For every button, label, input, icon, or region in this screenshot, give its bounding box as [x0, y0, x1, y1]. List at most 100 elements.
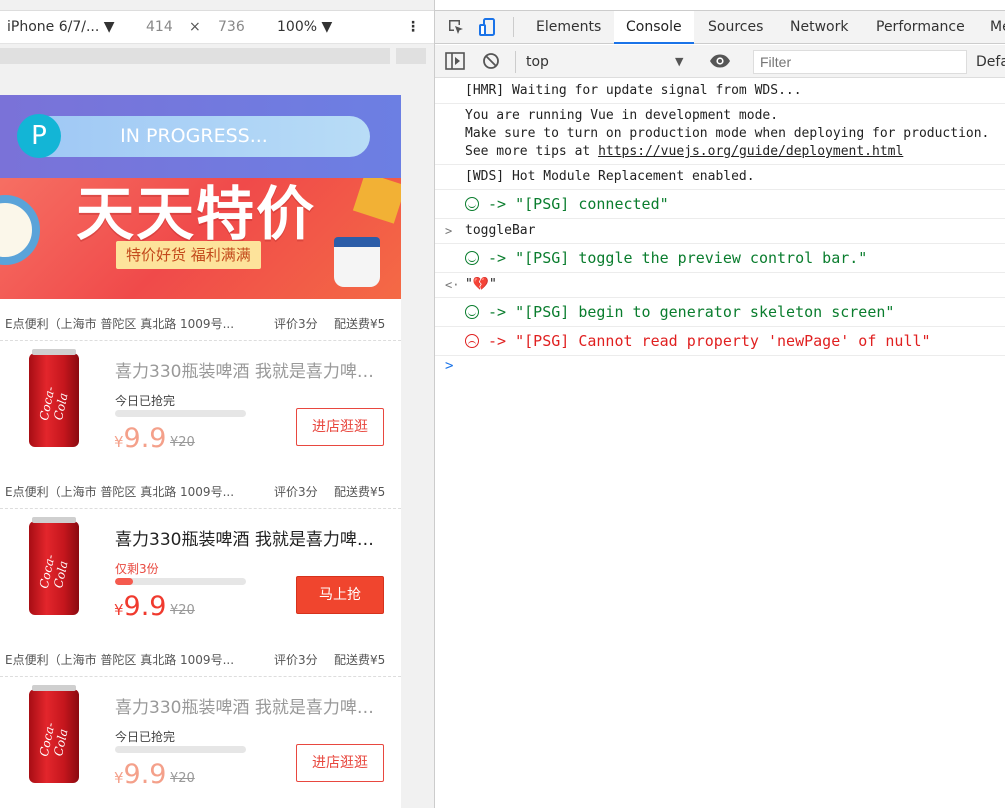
shop-name: E点便利（上海市 普陀区 真北路 1009号...	[5, 653, 235, 667]
message-text: toggleBar	[465, 223, 536, 238]
message-text: [WDS] Hot Module Replacement enabled.	[465, 169, 755, 184]
original-price: ¥20	[170, 435, 195, 450]
price-currency: ¥	[114, 433, 124, 451]
console-error: -> "[PSG] Cannot read property 'newPage'…	[435, 327, 1005, 356]
console-prompt[interactable]: >	[445, 358, 453, 374]
context-select[interactable]: top	[515, 51, 691, 73]
product-title: 喜力330瓶装啤酒 我就是喜力啤酒...	[115, 530, 385, 550]
message-text: -> "[PSG] connected"	[488, 195, 669, 213]
product-image: Coca-Cola	[29, 349, 79, 447]
tab-memory[interactable]: Me	[990, 11, 1005, 44]
media-query-ruler	[0, 48, 390, 64]
stock-progress-bar	[115, 746, 246, 753]
can-logo: Coca-Cola	[36, 385, 71, 422]
log-levels-select[interactable]: Defa	[976, 51, 1005, 73]
visit-store-button[interactable]: 进店逛逛	[296, 408, 384, 446]
console-message: [WDS] Hot Module Replacement enabled.	[435, 165, 1005, 190]
stock-status: 今日已抢完	[115, 394, 176, 408]
product-price: ¥9.9	[114, 759, 167, 790]
shop-rating: 评价3分	[274, 317, 318, 331]
device-width-input[interactable]: 414	[146, 19, 173, 35]
device-height-input[interactable]: 736	[218, 19, 245, 35]
zoom-select[interactable]: 100% ▼	[277, 19, 332, 35]
clear-console-icon[interactable]	[482, 52, 500, 70]
tab-elements[interactable]: Elements	[536, 11, 601, 44]
toolbar-divider	[513, 17, 514, 37]
progress-badge: P	[17, 114, 61, 158]
product-title: 喜力330瓶装啤酒 我就是喜力啤酒...	[115, 362, 385, 382]
stock-status: 仅剩3份	[115, 562, 159, 576]
device-toolbar: iPhone 6/7/... ▼ 414 × 736 100% ▼ ⋮	[0, 10, 434, 44]
tab-sources[interactable]: Sources	[708, 11, 763, 44]
stock-progress-bar	[115, 578, 246, 585]
can-logo: Coca-Cola	[36, 553, 71, 590]
sad-face-icon	[465, 334, 479, 348]
shop-row[interactable]: E点便利（上海市 普陀区 真北路 1009号... 评价3分 配送费¥5	[0, 635, 401, 677]
result-chevron-icon: <·	[445, 278, 460, 292]
shop-rating: 评价3分	[274, 653, 318, 667]
filter-input[interactable]	[753, 50, 967, 74]
more-options-icon[interactable]: ⋮	[406, 19, 420, 35]
console-message: You are running Vue in development mode.…	[435, 104, 1005, 165]
phone-viewport: 天天特价 特价好货 福利满满 IN PROGRESS... P E点便利（上海市…	[0, 95, 401, 808]
banner-snack-image	[352, 172, 401, 224]
product-card[interactable]: Coca-Cola 喜力330瓶装啤酒 我就是喜力啤酒... 今日已抢完 ¥9.…	[0, 677, 401, 803]
smile-icon	[465, 197, 479, 211]
shop-rating: 评价3分	[274, 485, 318, 499]
product-price: ¥9.9	[114, 591, 167, 622]
banner-title: 天天特价	[76, 180, 317, 248]
console-input: > toggleBar	[435, 219, 1005, 244]
devtools-pane: Elements Console Sources Network Perform…	[435, 0, 1005, 808]
stock-progress-bar	[115, 410, 246, 417]
original-price: ¥20	[170, 603, 195, 618]
tab-performance[interactable]: Performance	[876, 11, 965, 44]
promo-banner[interactable]: 天天特价 特价好货 福利满满 IN PROGRESS... P	[0, 95, 401, 299]
message-text: -> "[PSG] begin to generator skeleton sc…	[488, 303, 895, 321]
device-toolbar-icon[interactable]	[478, 17, 498, 37]
product-title: 喜力330瓶装啤酒 我就是喜力啤酒...	[115, 698, 385, 718]
console-toolbar: top ▼ Defa	[435, 45, 1005, 78]
product-card[interactable]: Coca-Cola 喜力330瓶装啤酒 我就是喜力啤酒... 今日已抢完 ¥9.…	[0, 341, 401, 467]
console-result: <· "💔"	[435, 273, 1005, 298]
can-logo: Coca-Cola	[36, 721, 71, 758]
inspect-element-icon[interactable]	[447, 18, 465, 36]
vue-docs-link[interactable]: https://vuejs.org/guide/deployment.html	[598, 144, 903, 159]
chevron-down-icon: ▼	[675, 55, 684, 68]
show-sidebar-icon[interactable]	[445, 52, 465, 70]
product-image: Coca-Cola	[29, 517, 79, 615]
shop-name: E点便利（上海市 普陀区 真北路 1009号...	[5, 317, 235, 331]
product-price: ¥9.9	[114, 423, 167, 454]
progress-overlay: IN PROGRESS... P	[0, 95, 401, 178]
media-query-ruler-end	[396, 48, 426, 64]
devtools-tabbar: Elements Console Sources Network Perform…	[435, 10, 1005, 44]
tab-network[interactable]: Network	[790, 11, 848, 44]
input-chevron-icon: >	[445, 224, 453, 238]
device-select[interactable]: iPhone 6/7/... ▼	[7, 19, 115, 35]
console-message: -> "[PSG] connected"	[435, 190, 1005, 219]
stock-status: 今日已抢完	[115, 730, 176, 744]
product-card[interactable]: Coca-Cola 喜力330瓶装啤酒 我就是喜力啤酒... 仅剩3份 ¥9.9…	[0, 509, 401, 635]
shop-row[interactable]: E点便利（上海市 普陀区 真北路 1009号... 评价3分 配送费¥5	[0, 467, 401, 509]
price-value: 9.9	[123, 759, 167, 790]
console-output: [HMR] Waiting for update signal from WDS…	[435, 79, 1005, 808]
smile-icon	[465, 251, 479, 265]
price-currency: ¥	[114, 769, 124, 787]
shop-name: E点便利（上海市 普陀区 真北路 1009号...	[5, 485, 235, 499]
console-message: [HMR] Waiting for update signal from WDS…	[435, 79, 1005, 104]
banner-bowl-image	[0, 195, 40, 265]
message-text: [HMR] Waiting for update signal from WDS…	[465, 83, 802, 98]
dimension-separator: ×	[189, 19, 201, 35]
product-image: Coca-Cola	[29, 685, 79, 783]
original-price: ¥20	[170, 771, 195, 786]
tab-console[interactable]: Console	[614, 11, 694, 44]
eye-icon[interactable]	[709, 53, 731, 69]
smile-icon	[465, 305, 479, 319]
price-value: 9.9	[123, 591, 167, 622]
buy-now-button[interactable]: 马上抢	[296, 576, 384, 614]
progress-text: IN PROGRESS...	[120, 125, 268, 147]
device-emulator-pane: iPhone 6/7/... ▼ 414 × 736 100% ▼ ⋮ 天天特价…	[0, 0, 434, 808]
banner-yogurt-image	[334, 237, 380, 287]
stock-progress-fill	[115, 578, 134, 585]
visit-store-button[interactable]: 进店逛逛	[296, 744, 384, 782]
shop-row[interactable]: E点便利（上海市 普陀区 真北路 1009号... 评价3分 配送费¥5	[0, 299, 401, 341]
